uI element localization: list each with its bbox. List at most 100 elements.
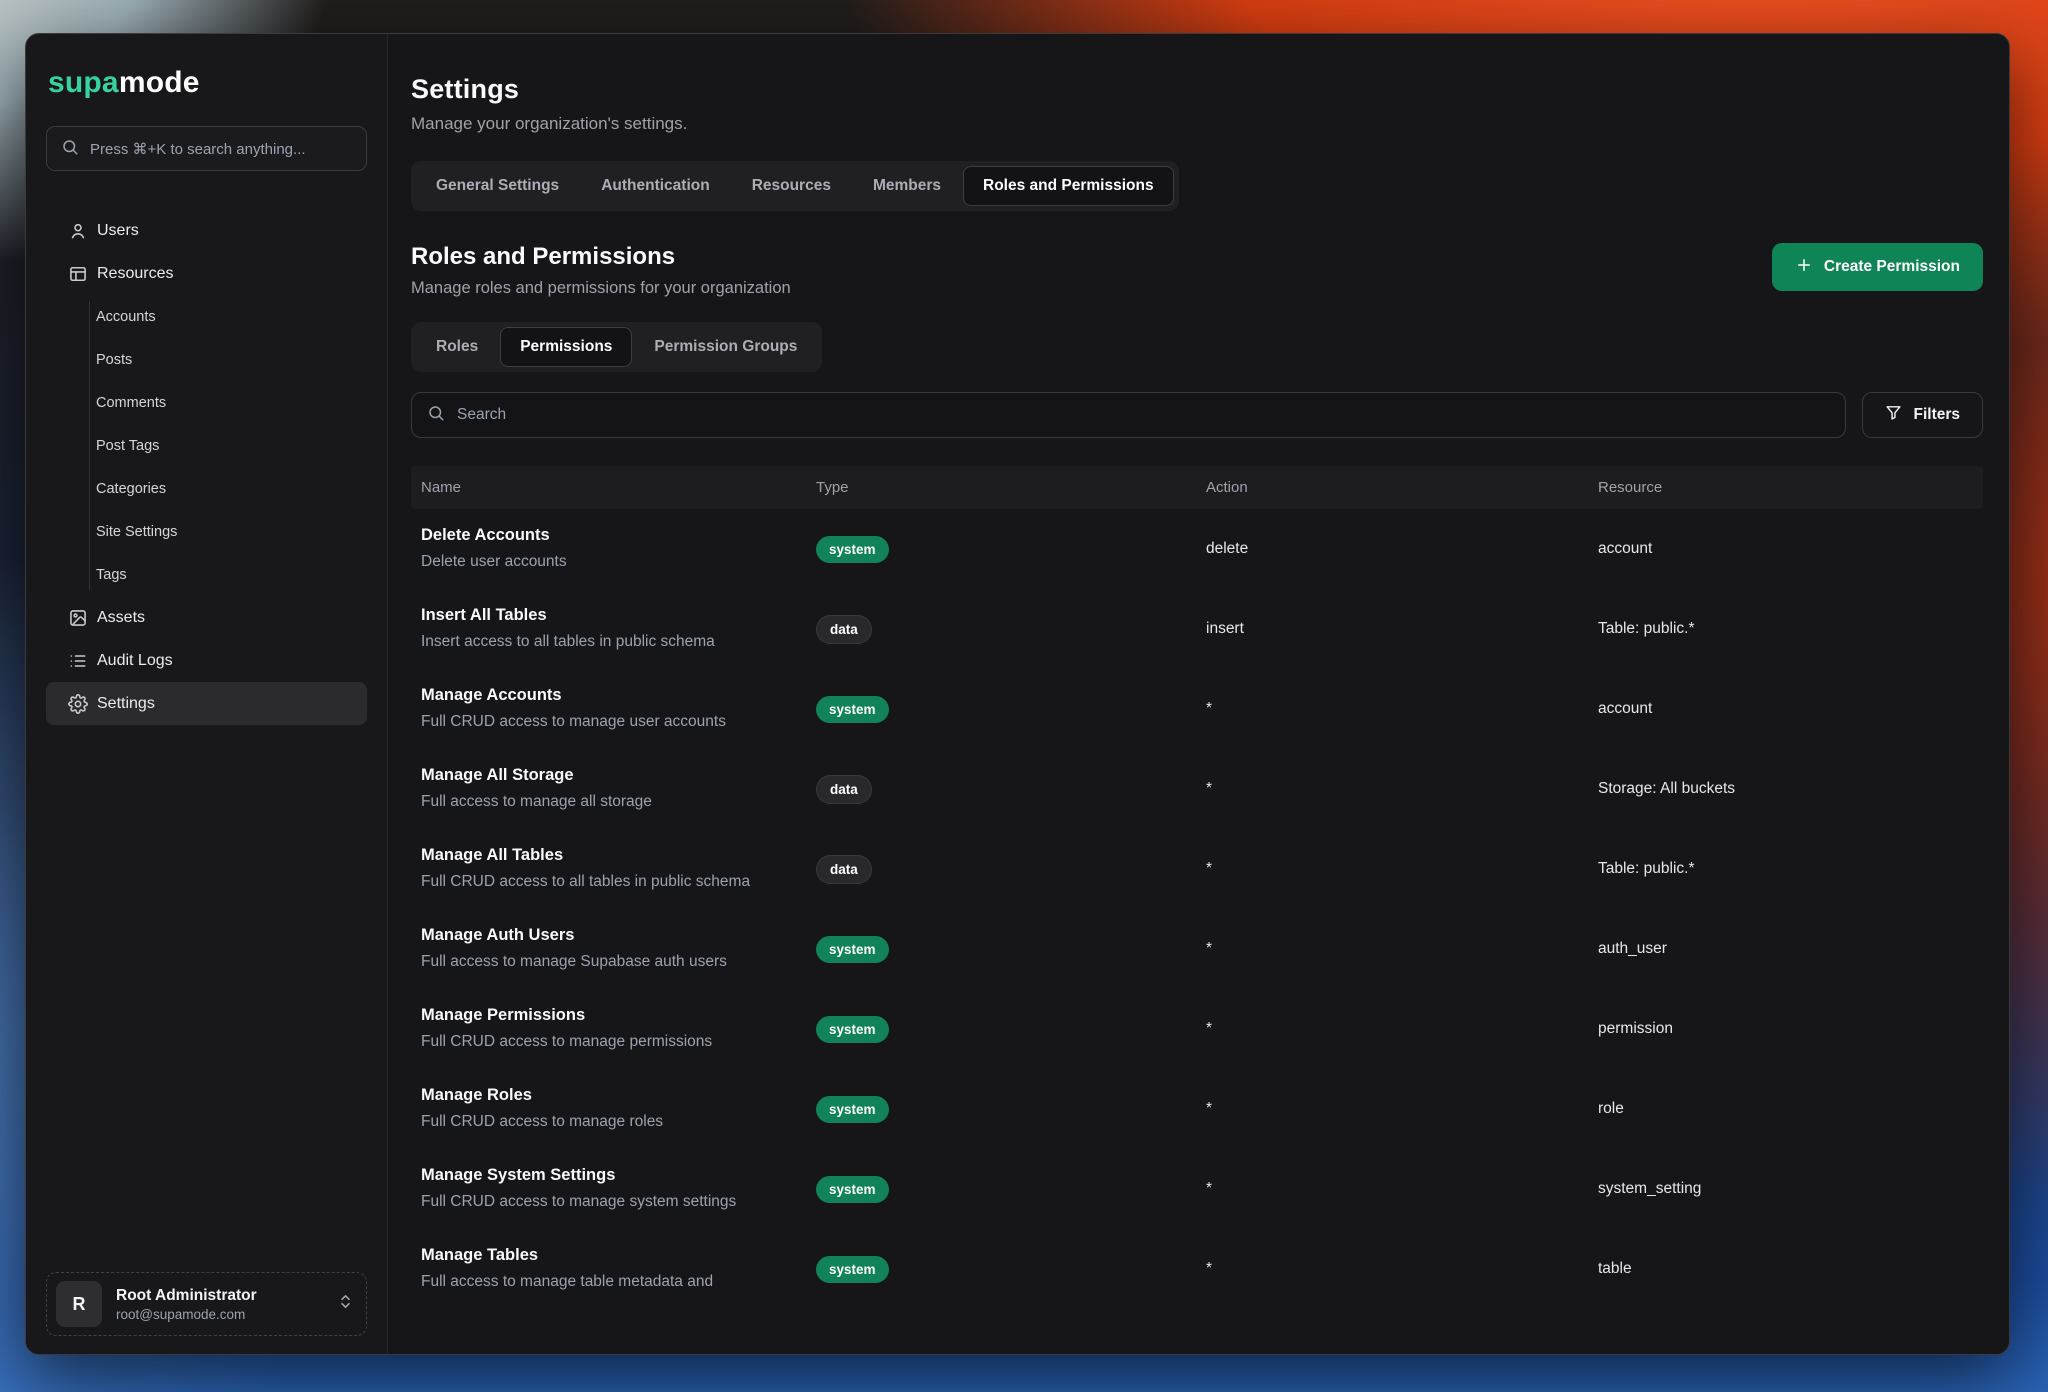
table-row[interactable]: Manage All TablesFull CRUD access to all… (411, 829, 1983, 909)
cell-action: * (1206, 780, 1598, 798)
sidebar-subitem-posts[interactable]: Posts (46, 338, 367, 381)
type-badge: data (816, 615, 872, 644)
cell-resource: account (1598, 700, 1983, 718)
permissions-table: NameTypeActionResource Delete AccountsDe… (411, 466, 1983, 1309)
cell-resource: auth_user (1598, 940, 1983, 958)
sidebar-item-settings[interactable]: Settings (46, 682, 367, 725)
sidebar-item-resources[interactable]: Resources (46, 252, 367, 295)
cell-name: Delete AccountsDelete user accounts (411, 522, 791, 576)
gear-icon (68, 694, 88, 714)
sidebar-item-users[interactable]: Users (46, 209, 367, 252)
user-meta: Root Administrator root@supamode.com (116, 1287, 323, 1322)
table-header-row: NameTypeActionResource (411, 466, 1983, 509)
cell-resource: Table: public.* (1598, 620, 1983, 638)
sidebar-subitem-tags[interactable]: Tags (46, 553, 367, 596)
create-permission-button[interactable]: Create Permission (1772, 243, 1983, 291)
table-row[interactable]: Manage RolesFull CRUD access to manage r… (411, 1069, 1983, 1149)
cell-resource: Storage: All buckets (1598, 780, 1983, 798)
global-search-input[interactable]: Press ⌘+K to search anything... (46, 126, 367, 171)
search-icon (61, 138, 79, 160)
cell-type: system (816, 1176, 1206, 1203)
subtab-roles[interactable]: Roles (416, 327, 498, 367)
cell-type: system (816, 696, 1206, 723)
table-row[interactable]: Manage System SettingsFull CRUD access t… (411, 1149, 1983, 1229)
list-icon (68, 651, 88, 671)
sidebar-subitem-categories[interactable]: Categories (46, 467, 367, 510)
column-header-action: Action (1206, 479, 1598, 496)
cell-action: * (1206, 940, 1598, 958)
permission-name: Manage All Storage (421, 762, 791, 788)
roles-subtabbar: RolesPermissionsPermission Groups (411, 322, 822, 372)
type-badge: system (816, 1256, 889, 1283)
tab-resources[interactable]: Resources (732, 166, 851, 206)
permission-description: Full access to manage Supabase auth user… (421, 948, 789, 976)
user-menu[interactable]: R Root Administrator root@supamode.com (46, 1272, 367, 1336)
cell-action: * (1206, 1100, 1598, 1118)
section-header: Roles and Permissions Manage roles and p… (411, 243, 1983, 298)
cell-type: system (816, 1256, 1206, 1283)
sidebar-subitem-site-settings[interactable]: Site Settings (46, 510, 367, 553)
cell-type: system (816, 1096, 1206, 1123)
permission-name: Insert All Tables (421, 602, 791, 628)
cell-name: Manage All StorageFull access to manage … (411, 762, 791, 816)
type-badge: system (816, 696, 889, 723)
permission-description: Full CRUD access to all tables in public… (421, 868, 789, 896)
page-subtitle: Manage your organization's settings. (411, 114, 1983, 134)
table-row[interactable]: Delete AccountsDelete user accountssyste… (411, 509, 1983, 589)
permission-description: Delete user accounts (421, 548, 789, 576)
global-search-placeholder: Press ⌘+K to search anything... (90, 140, 306, 158)
sidebar-item-audit-logs[interactable]: Audit Logs (46, 639, 367, 682)
permission-description: Full access to manage all storage (421, 788, 789, 816)
table-row[interactable]: Manage PermissionsFull CRUD access to ma… (411, 989, 1983, 1069)
sidebar-spacer (46, 725, 367, 1272)
sidebar-item-label: Users (97, 222, 139, 240)
cell-resource: account (1598, 540, 1983, 558)
page-title: Settings (411, 74, 1983, 105)
table-row[interactable]: Insert All TablesInsert access to all ta… (411, 589, 1983, 669)
sidebar-subitem-comments[interactable]: Comments (46, 381, 367, 424)
permissions-search-input[interactable]: Search (411, 392, 1846, 438)
tab-roles-and-permissions[interactable]: Roles and Permissions (963, 166, 1174, 206)
permission-description: Insert access to all tables in public sc… (421, 628, 789, 656)
subtab-permission-groups[interactable]: Permission Groups (634, 327, 817, 367)
subtab-permissions[interactable]: Permissions (500, 327, 632, 367)
logo-suffix: mode (119, 66, 200, 99)
cell-name: Manage PermissionsFull CRUD access to ma… (411, 1002, 791, 1056)
cell-action: * (1206, 1260, 1598, 1278)
cell-name: Manage Auth UsersFull access to manage S… (411, 922, 791, 976)
table-row[interactable]: Manage Auth UsersFull access to manage S… (411, 909, 1983, 989)
type-badge: system (816, 936, 889, 963)
filters-button[interactable]: Filters (1862, 392, 1983, 438)
permission-description: Full CRUD access to manage system settin… (421, 1188, 789, 1216)
table-row[interactable]: Manage All StorageFull access to manage … (411, 749, 1983, 829)
chevrons-up-down-icon (337, 1293, 354, 1315)
filters-label: Filters (1913, 406, 1960, 424)
cell-action: * (1206, 1180, 1598, 1198)
permission-description: Full CRUD access to manage user accounts (421, 708, 789, 736)
settings-tabbar: General SettingsAuthenticationResourcesM… (411, 161, 1179, 211)
cell-name: Manage All TablesFull CRUD access to all… (411, 842, 791, 896)
column-header-name: Name (411, 479, 816, 496)
sidebar-subitem-accounts[interactable]: Accounts (46, 295, 367, 338)
cell-name: Manage AccountsFull CRUD access to manag… (411, 682, 791, 736)
tab-general-settings[interactable]: General Settings (416, 166, 579, 206)
sidebar-item-assets[interactable]: Assets (46, 596, 367, 639)
image-icon (68, 608, 88, 628)
sidebar-item-label: Audit Logs (97, 652, 173, 670)
permissions-search-placeholder: Search (457, 406, 506, 424)
cell-name: Insert All TablesInsert access to all ta… (411, 602, 791, 656)
permission-name: Manage Auth Users (421, 922, 791, 948)
user-icon (68, 221, 88, 241)
sidebar-subitem-post-tags[interactable]: Post Tags (46, 424, 367, 467)
tab-members[interactable]: Members (853, 166, 961, 206)
column-header-resource: Resource (1598, 479, 1983, 496)
sidebar-nav: Users ResourcesAccountsPostsCommentsPost … (46, 209, 367, 725)
table-row[interactable]: Manage AccountsFull CRUD access to manag… (411, 669, 1983, 749)
user-email: root@supamode.com (116, 1307, 323, 1322)
permission-name: Manage Roles (421, 1082, 791, 1108)
cell-resource: table (1598, 1260, 1983, 1278)
tab-authentication[interactable]: Authentication (581, 166, 730, 206)
table-row[interactable]: Manage TablesFull access to manage table… (411, 1229, 1983, 1309)
cell-resource: role (1598, 1100, 1983, 1118)
section-title: Roles and Permissions (411, 243, 791, 271)
